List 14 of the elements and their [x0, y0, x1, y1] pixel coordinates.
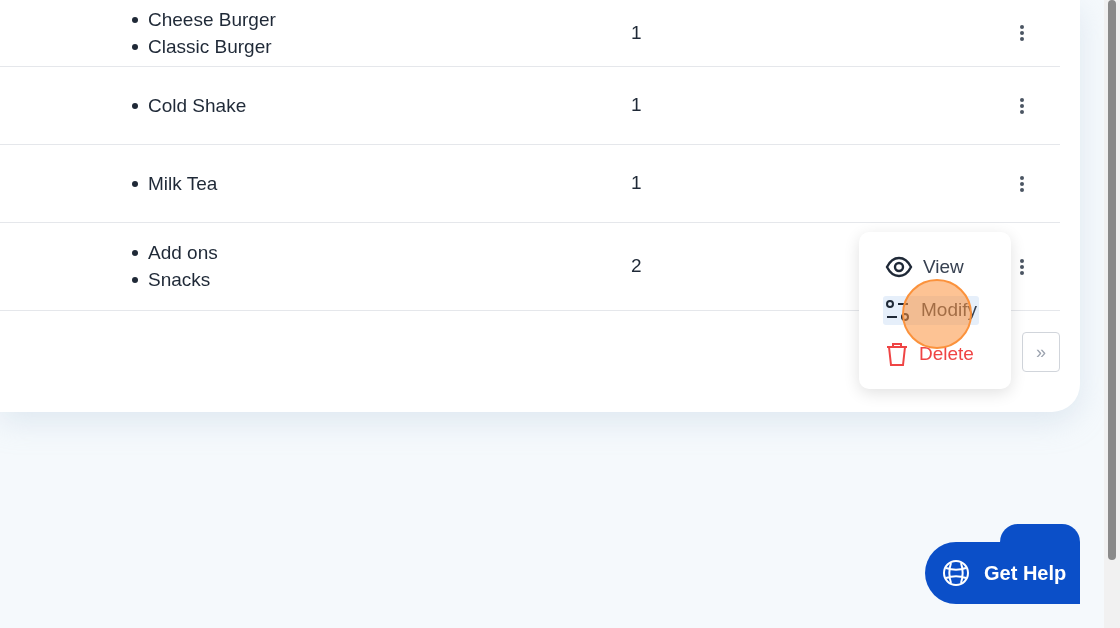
- item-name: Snacks: [148, 268, 211, 292]
- item-name: Cold Shake: [148, 93, 247, 118]
- menu-item[interactable]: View: [883, 252, 966, 282]
- menu-item[interactable]: Delete: [883, 339, 976, 369]
- item-name: Add ons: [148, 241, 218, 265]
- get-help-button[interactable]: Get Help: [925, 542, 1080, 604]
- item-name: Cheese Burger: [148, 7, 276, 32]
- last-page-button[interactable]: »: [1022, 332, 1060, 372]
- quantity-cell: 2: [631, 255, 642, 277]
- quantity-cell: 1: [631, 21, 642, 43]
- quantity-cell: 1: [631, 172, 642, 194]
- item-name: Classic Burger: [148, 34, 272, 59]
- item-name: Milk Tea: [148, 171, 218, 196]
- quantity-cell: 1: [631, 94, 642, 116]
